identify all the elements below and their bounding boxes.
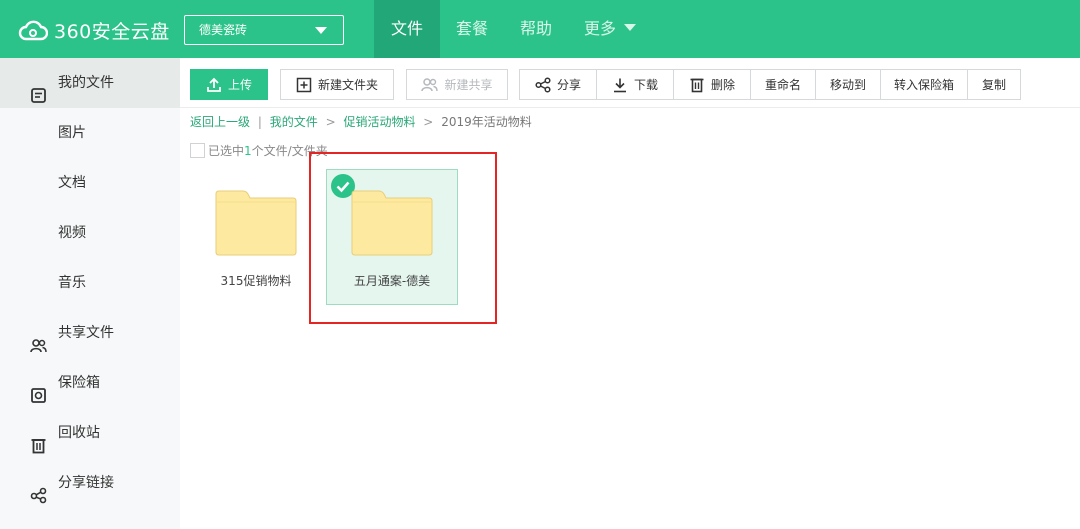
nav-more[interactable]: 更多	[568, 0, 652, 58]
share-icon	[535, 76, 551, 93]
upload-label: 上传	[227, 78, 252, 92]
copy-label: 复制	[981, 78, 1006, 92]
folder-icon	[351, 190, 433, 260]
download-icon	[612, 77, 628, 93]
sidebar: 我的文件 图片 文档 视频 音乐 共享文件 保险箱 回收站 分享链接	[0, 58, 180, 529]
nav-help[interactable]: 帮助	[504, 0, 568, 58]
upload-icon	[206, 77, 222, 93]
copy-button[interactable]: 复制	[967, 69, 1021, 100]
sidebar-item-documents[interactable]: 文档	[0, 158, 180, 208]
move-to-label: 移动到	[829, 78, 866, 92]
divider	[180, 107, 1080, 108]
chevron-down-icon	[624, 24, 637, 31]
sidebar-item-label: 文档	[58, 175, 86, 191]
sidebar-item-share-links[interactable]: 分享链接	[0, 458, 180, 508]
new-share-button[interactable]: 新建共享	[406, 69, 508, 100]
folder-icon	[215, 190, 297, 260]
sidebar-item-my-files[interactable]: 我的文件	[0, 58, 180, 108]
sidebar-item-recycle-bin[interactable]: 回收站	[0, 408, 180, 458]
toolbar: 上传 新建文件夹 新建共享 分享 下载 删除 重命名 移动到 转入保险箱 复制	[180, 58, 1080, 110]
sidebar-item-safe[interactable]: 保险箱	[0, 358, 180, 408]
new-share-label: 新建共享	[444, 78, 493, 92]
sidebar-item-label: 图片	[58, 125, 86, 141]
sidebar-item-label: 回收站	[58, 425, 100, 441]
nav-files[interactable]: 文件	[374, 0, 440, 58]
sidebar-item-label: 视频	[58, 225, 86, 241]
safe-icon	[30, 375, 47, 403]
sidebar-item-label: 音乐	[58, 275, 86, 291]
shared-users-icon	[30, 325, 47, 353]
sidebar-item-music[interactable]: 音乐	[0, 258, 180, 308]
upload-button[interactable]: 上传	[190, 69, 268, 100]
delete-label: 删除	[710, 78, 735, 92]
my-files-icon	[30, 75, 47, 103]
sidebar-item-label: 我的文件	[58, 75, 114, 91]
move-to-safe-label: 转入保险箱	[893, 78, 954, 92]
move-to-safe-button[interactable]: 转入保险箱	[880, 69, 968, 100]
chevron-down-icon	[315, 27, 327, 34]
sidebar-item-label: 保险箱	[58, 375, 100, 391]
rename-button[interactable]: 重命名	[750, 69, 816, 100]
selection-count: 1	[244, 143, 252, 158]
main-nav: 文件 套餐 帮助 更多	[374, 0, 652, 58]
share-link-icon	[30, 475, 47, 504]
trash-icon	[689, 77, 705, 93]
new-folder-button[interactable]: 新建文件夹	[280, 69, 394, 100]
sidebar-item-images[interactable]: 图片	[0, 108, 180, 158]
selection-status: 已选中 1 个文件/文件夹	[190, 142, 328, 159]
download-label: 下载	[633, 78, 658, 92]
breadcrumb-separator: >	[325, 115, 336, 129]
logo-text: 360安全云盘	[54, 20, 170, 43]
nav-more-label: 更多	[584, 19, 617, 38]
trash-icon	[30, 425, 47, 454]
account-name: 德美瓷砖	[199, 23, 248, 37]
new-folder-label: 新建文件夹	[317, 78, 378, 92]
logo[interactable]: 360安全云盘	[18, 16, 170, 44]
shared-users-icon	[421, 77, 439, 92]
top-bar: 360安全云盘 德美瓷砖 文件 套餐 帮助 更多	[0, 0, 1080, 58]
selection-prefix: 已选中	[208, 144, 245, 158]
file-name: 五月通案-德美	[353, 274, 431, 288]
cloud-logo-icon	[18, 18, 48, 42]
account-dropdown[interactable]: 德美瓷砖	[184, 15, 344, 45]
breadcrumb: 返回上一级 | 我的文件 > 促销活动物料 > 2019年活动物料	[190, 113, 532, 130]
sidebar-item-label: 分享链接	[58, 475, 114, 491]
rename-label: 重命名	[764, 78, 801, 92]
breadcrumb-item-current: 2019年活动物料	[441, 115, 532, 129]
back-link[interactable]: 返回上一级	[190, 115, 250, 129]
breadcrumb-divider: |	[257, 115, 262, 129]
add-folder-icon	[296, 77, 312, 93]
breadcrumb-separator: >	[423, 115, 434, 129]
file-item-selected[interactable]: 五月通案-德美	[326, 169, 458, 305]
nav-plans[interactable]: 套餐	[440, 0, 504, 58]
file-name: 315促销物料	[220, 274, 292, 288]
file-item[interactable]: 315促销物料	[190, 170, 322, 306]
move-to-button[interactable]: 移动到	[815, 69, 881, 100]
select-all-checkbox[interactable]	[190, 143, 205, 158]
sidebar-item-label: 共享文件	[58, 325, 114, 341]
breadcrumb-item-promo[interactable]: 促销活动物料	[343, 115, 415, 129]
delete-button[interactable]: 删除	[673, 69, 751, 100]
download-button[interactable]: 下载	[596, 69, 674, 100]
breadcrumb-item-my-files[interactable]: 我的文件	[270, 115, 318, 129]
sidebar-item-shared-files[interactable]: 共享文件	[0, 308, 180, 358]
sidebar-item-videos[interactable]: 视频	[0, 208, 180, 258]
selection-suffix: 个文件/文件夹	[251, 144, 328, 158]
share-button[interactable]: 分享	[519, 69, 597, 100]
share-label: 分享	[556, 78, 581, 92]
